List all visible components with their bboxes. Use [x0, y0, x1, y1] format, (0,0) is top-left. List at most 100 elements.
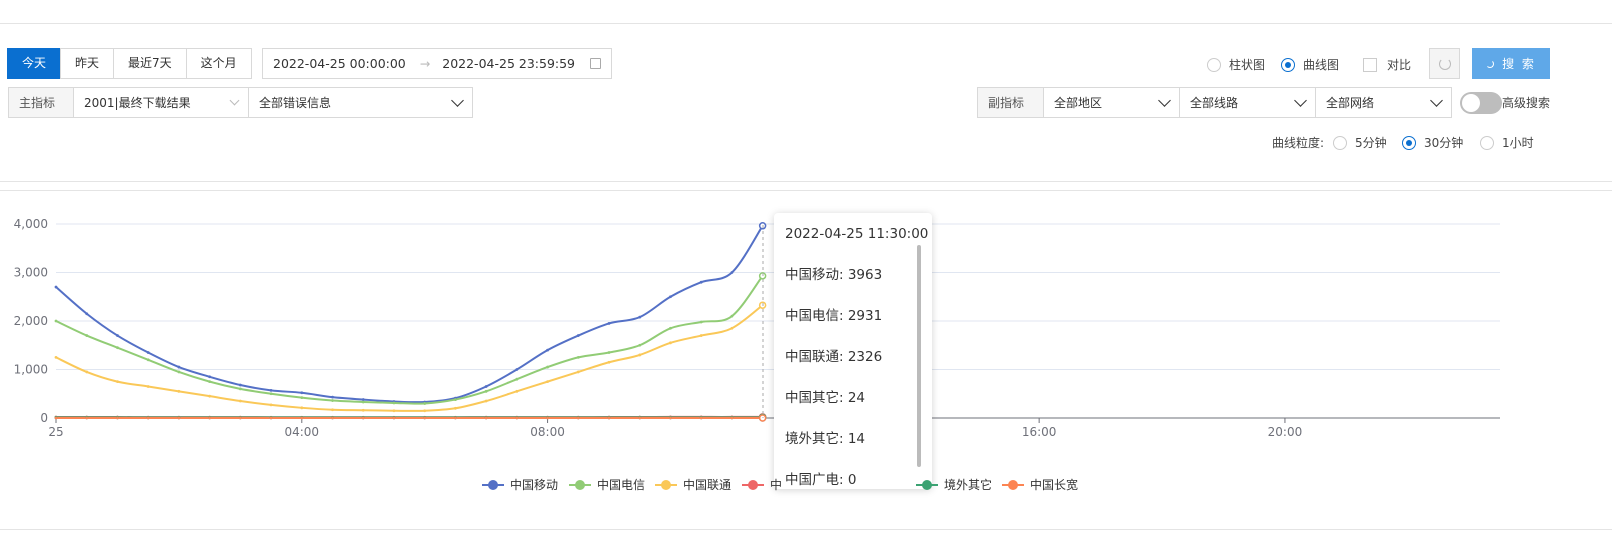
data-point: [116, 380, 119, 384]
x-tick-label: 20:00: [1268, 425, 1303, 439]
data-point: [607, 351, 611, 354]
data-point: [269, 416, 273, 420]
data-point: [515, 416, 519, 420]
legend-item-broadband[interactable]: 中国长宽: [1002, 476, 1078, 493]
data-point: [607, 416, 611, 420]
bottom-divider: [0, 529, 1612, 530]
data-point: [269, 388, 273, 392]
data-point: [454, 406, 457, 410]
data-point: [638, 315, 642, 319]
x-tick-label: 25: [48, 425, 63, 439]
data-point: [392, 416, 396, 420]
data-point: [699, 334, 703, 337]
data-point: [146, 416, 150, 420]
data-point: [484, 385, 488, 388]
legend-item-overseas[interactable]: 境外其它: [916, 476, 992, 493]
data-point: [146, 358, 150, 362]
legend-item-telecom[interactable]: 中国电信: [569, 476, 645, 493]
data-point: [177, 365, 181, 369]
data-point: [177, 389, 181, 393]
data-point: [54, 416, 58, 420]
tooltip-row: 中国其它: 24: [785, 390, 866, 406]
data-point: [638, 343, 642, 347]
legend-item-other-cn[interactable]: 中: [742, 476, 782, 493]
data-point: [638, 416, 642, 420]
legend-label: 中国长宽: [1030, 478, 1079, 492]
data-point: [730, 326, 734, 330]
x-tick-label: 04:00: [284, 425, 319, 439]
y-tick-label: 4,000: [14, 217, 48, 231]
data-point: [423, 409, 427, 413]
x-tick-label: 08:00: [530, 425, 565, 439]
data-point: [669, 326, 672, 330]
data-point: [515, 389, 519, 393]
y-tick-label: 1,000: [14, 363, 48, 377]
tooltip-row: 中国联通: 2326: [785, 349, 883, 365]
data-point: [238, 416, 242, 420]
data-point: [484, 389, 488, 393]
legend-marker-icon: [569, 479, 591, 490]
data-point: [576, 355, 580, 359]
data-point: [669, 416, 672, 420]
data-point: [515, 368, 519, 371]
data-point: [269, 392, 273, 396]
data-point: [669, 295, 672, 299]
series-line: [55, 275, 764, 405]
legend-marker-icon: [482, 479, 504, 490]
y-tick-label: 2,000: [14, 314, 48, 328]
legend-marker-icon: [1002, 479, 1024, 490]
data-point: [238, 387, 242, 391]
data-point: [607, 322, 611, 325]
data-point: [546, 380, 549, 384]
chart-tooltip: 2022-04-25 11:30:00 中国移动: 3963 中国电信: 293…: [774, 213, 932, 489]
data-point: [269, 403, 273, 407]
data-point: [208, 416, 212, 420]
legend-marker-icon: [916, 479, 938, 490]
data-point: [546, 348, 549, 352]
data-point: [177, 416, 181, 420]
tooltip-row: 中国广电: 0: [785, 472, 857, 488]
data-point: [331, 399, 334, 402]
data-point: [361, 400, 365, 404]
data-point: [85, 416, 89, 420]
tooltip-row: 中国移动: 3963: [785, 267, 883, 283]
y-tick-label: 0: [40, 411, 48, 425]
data-point: [300, 391, 304, 395]
data-point: [699, 320, 703, 324]
data-point: [208, 380, 212, 384]
data-point: [85, 370, 89, 374]
data-point: [361, 416, 365, 420]
data-point: [331, 395, 334, 399]
data-point: [484, 399, 488, 403]
data-point: [54, 355, 58, 359]
data-point: [423, 402, 427, 405]
data-point: [54, 285, 58, 289]
legend-label: 中国电信: [597, 478, 646, 492]
legend-marker-icon: [742, 479, 764, 490]
data-point: [300, 406, 304, 410]
data-point: [699, 416, 703, 420]
data-point: [546, 416, 549, 420]
tooltip-row: 中国电信: 2931: [785, 308, 883, 324]
legend-item-unicom[interactable]: 中国联通: [655, 476, 731, 493]
data-point: [208, 375, 212, 379]
legend-item-mobile[interactable]: 中国移动: [482, 476, 558, 493]
legend-label: 境外其它: [944, 478, 993, 492]
data-point: [699, 280, 703, 284]
tooltip-row: 境外其它: 14: [785, 431, 866, 447]
data-point: [54, 319, 58, 323]
legend-label: 中: [770, 478, 783, 492]
legend-marker-icon: [655, 479, 677, 490]
legend-label: 中国联通: [683, 478, 732, 492]
data-point: [638, 353, 642, 357]
data-point: [177, 370, 181, 374]
tooltip-scrollbar[interactable]: [917, 245, 921, 467]
y-axis-ticks: 0 1,000 2,000 3,000 4,000: [14, 217, 48, 425]
data-point: [85, 312, 89, 316]
series-line: [55, 225, 764, 404]
data-point: [546, 365, 549, 369]
data-point: [730, 271, 734, 274]
x-axis-ticks: 25 04:00 08:00 16:00 20:00: [48, 418, 1302, 439]
legend-label: 中国移动: [510, 478, 559, 492]
data-point: [116, 416, 119, 420]
